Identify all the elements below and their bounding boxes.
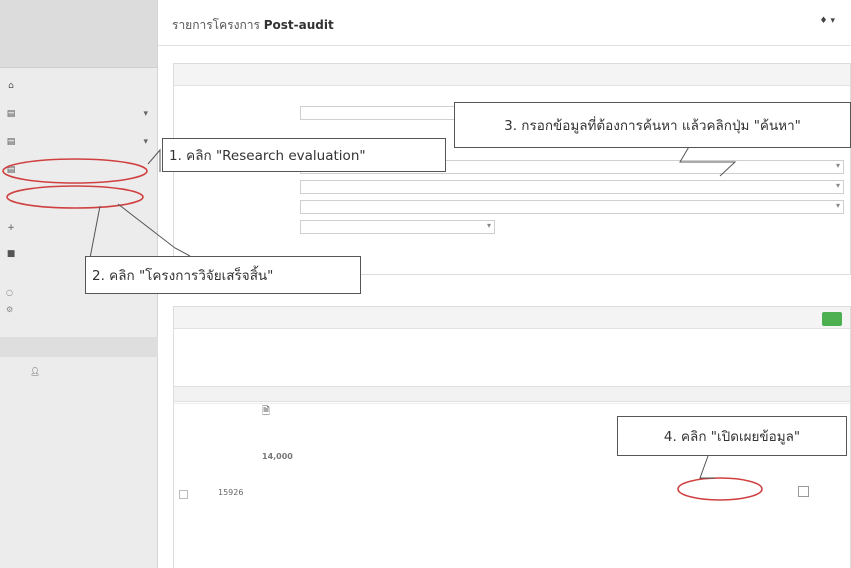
sidebar-header — [0, 0, 157, 68]
row-id: 15926 — [218, 488, 244, 497]
annotation-step-2: 2. คลิก "โครงการวิจัยเสร็จสิ้น" — [85, 256, 361, 294]
user-icon: 👤︎ — [30, 366, 41, 376]
project-budget: 14,000 — [262, 452, 293, 461]
sidebar-subitem-completed-projects[interactable] — [0, 184, 158, 202]
results-panel-header — [174, 307, 850, 329]
sidebar-item-2[interactable]: ▤ ▾ — [0, 130, 158, 154]
chevron-down-icon: ▾ — [143, 109, 148, 119]
form-select-4[interactable]: ▾ — [300, 220, 495, 234]
sidebar-item-3[interactable]: + — [0, 216, 158, 240]
circle-icon: ○ — [6, 287, 13, 297]
breadcrumb: ♦ ▾ — [820, 16, 843, 26]
chevron-down-icon: ▾ — [835, 181, 840, 190]
sidebar-item-home[interactable]: ⌂ — [0, 74, 158, 98]
search-panel-header — [174, 64, 850, 86]
form-select-3[interactable]: ▾ — [300, 200, 844, 214]
chevron-down-icon: ▾ — [486, 221, 491, 230]
list-icon: ▤ — [6, 165, 16, 175]
list-icon: ▤ — [6, 137, 16, 147]
table-header — [174, 386, 850, 402]
gear-icon: ⚙ — [6, 304, 14, 314]
home-icon[interactable]: ♦ ▾ — [820, 16, 835, 26]
add-button[interactable] — [822, 312, 842, 326]
topbar: รายการโครงการ Post-audit ♦ ▾ — [158, 0, 851, 46]
file-icon: 🗎 — [262, 406, 271, 417]
home-icon: ⌂ — [8, 81, 14, 91]
annotation-step-4: 4. คลิก "เปิดเผยข้อมูล" — [617, 416, 847, 456]
chevron-down-icon: ▾ — [143, 137, 148, 147]
sidebar-user-entry[interactable]: 👤︎ — [0, 362, 158, 380]
project-link[interactable]: 🗎 — [262, 404, 273, 421]
sidebar-item-1[interactable]: ▤ ▾ — [0, 102, 158, 126]
sidebar-subitem-2[interactable]: ⚙ — [0, 300, 158, 318]
row-select-checkbox[interactable] — [798, 486, 809, 497]
square-icon: ■ — [6, 249, 16, 259]
form-input-5[interactable] — [572, 220, 844, 234]
chevron-down-icon: ▾ — [835, 161, 840, 170]
annotation-step-1: 1. คลิก "Research evaluation" — [162, 138, 446, 172]
annotation-step-3: 3. กรอกข้อมูลที่ต้องการค้นหา แล้วคลิกปุ่… — [454, 102, 851, 148]
list-icon: ▤ — [6, 109, 16, 119]
sidebar-section-header — [0, 337, 158, 357]
row-checkbox[interactable] — [179, 490, 188, 499]
chevron-down-icon: ▾ — [835, 201, 840, 210]
form-select-2[interactable]: ▾ — [300, 180, 844, 194]
page-title: รายการโครงการ Post-audit — [172, 18, 334, 32]
sidebar-item-research-evaluation[interactable]: ▤ — [0, 158, 158, 182]
plus-icon: + — [7, 223, 15, 233]
